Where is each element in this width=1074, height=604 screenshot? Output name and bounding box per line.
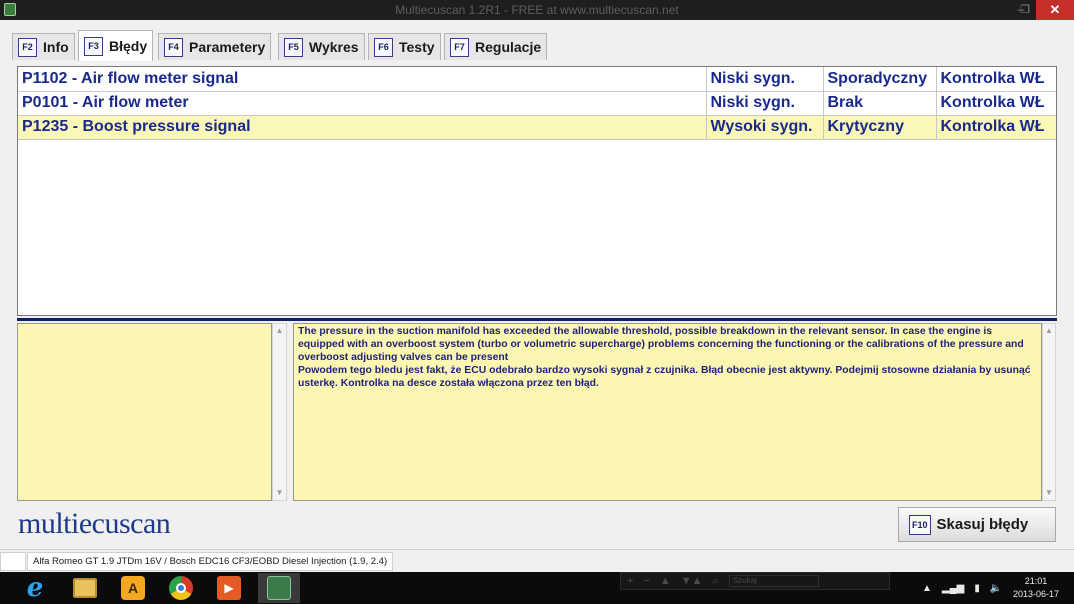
volume-icon[interactable]: 🔈 [990,583,1002,594]
taskbar-media[interactable]: ▶ [208,573,250,603]
clear-errors-label: Skasuj błędy [936,516,1029,533]
tab-label: Regulacje [475,39,542,55]
tab-wykres[interactable]: F5 Wykres [278,33,365,60]
error-state: Brak [823,91,937,116]
tray-expand-icon[interactable]: ▲ [922,583,932,594]
taskbar-explorer[interactable] [64,573,106,603]
tab-label: Wykres [309,39,359,55]
clock-time: 21:01 [1024,576,1048,586]
error-description: The pressure in the suction manifold has… [293,323,1042,501]
folder-icon [73,578,97,598]
tab-regulacje[interactable]: F7 Regulacje [444,33,548,60]
signal-icon[interactable]: ▂▄▆ [942,583,964,594]
status-indicator [0,552,26,571]
description-polish: Powodem tego bledu jest fakt, że ECU ode… [298,365,1031,389]
clock-date: 2013-06-17 [1012,589,1060,599]
restore-button[interactable]: ❐ [1016,0,1034,20]
taskbar-multiecuscan[interactable] [258,573,300,603]
clear-errors-button[interactable]: F10 Skasuj błędy [898,507,1056,542]
error-code: P0101 - Air flow meter [18,91,707,116]
error-signal-level: Niski sygn. [706,67,824,92]
minus-icon[interactable]: − [643,575,649,587]
error-row-selected[interactable]: P1235 - Boost pressure signal Wysoki syg… [18,115,1056,140]
error-row[interactable]: P0101 - Air flow meter Niski sygn. Brak … [18,91,1056,116]
scroll-down-icon[interactable]: ▼ [273,486,286,500]
left-scrollbar[interactable]: ▲ ▼ [272,323,287,501]
taskbar-toolbar: + − ▲ ▼▲ ⌕ Szukaj [620,572,890,590]
tab-label: Info [43,39,69,55]
sort-icon[interactable]: ▼▲ [681,575,703,587]
error-signal-level: Wysoki sygn. [706,115,824,140]
chrome-icon [169,576,193,600]
avast-icon: A [121,576,145,600]
vehicle-info: Alfa Romeo GT 1.9 JTDm 16V / Bosch EDC16… [27,552,394,571]
tab-info[interactable]: F2 Info [12,33,75,60]
error-state: Sporadyczny [823,67,937,92]
taskbar-clock[interactable]: 21:01 2013-06-17 [1003,575,1069,601]
f2-key-icon: F2 [18,37,37,57]
error-row[interactable]: P1102 - Air flow meter signal Niski sygn… [18,67,1056,92]
f3-key-icon: F3 [84,36,103,56]
tab-parametery[interactable]: F4 Parametery [158,33,272,60]
windows-taskbar: e A ▶ + − ▲ ▼▲ ⌕ Szukaj ▲ ▂▄▆ ▮ 🔈 21:01 … [0,572,1074,604]
f7-key-icon: F7 [450,37,469,57]
scroll-up-icon[interactable]: ▲ [1043,324,1055,338]
f5-key-icon: F5 [284,37,303,57]
system-tray: ▲ ▂▄▆ ▮ 🔈 [922,572,1002,604]
error-list: P1102 - Air flow meter signal Niski sygn… [17,66,1057,316]
panel-divider [17,318,1057,321]
error-detail-panel [17,323,272,501]
tab-label: Parametery [189,39,266,55]
error-code: P1102 - Air flow meter signal [18,67,707,92]
multiecuscan-app-icon [267,576,291,600]
tab-label: Testy [399,39,435,55]
error-code: P1235 - Boost pressure signal [18,115,707,140]
right-scrollbar[interactable]: ▲ ▼ [1042,323,1056,501]
toolbar-search-input[interactable]: Szukaj [728,575,819,587]
description-english: The pressure in the suction manifold has… [298,326,1024,363]
taskbar-avast[interactable]: A [112,573,154,603]
battery-icon[interactable]: ▮ [974,583,980,594]
taskbar-ie[interactable]: e [14,573,56,603]
scroll-up-icon[interactable]: ▲ [273,324,286,338]
f10-key-icon: F10 [909,514,931,535]
internet-explorer-icon: e [26,573,44,603]
scroll-down-icon[interactable]: ▼ [1043,486,1055,500]
search-icon[interactable]: ⌕ [713,575,719,588]
multiecuscan-logo: multiecuscan [18,507,171,540]
f4-key-icon: F4 [164,37,183,57]
up-arrow-icon[interactable]: ▲ [660,575,671,587]
media-player-icon: ▶ [217,576,241,600]
error-lamp-status: Kontrolka WŁ [936,91,1056,116]
plus-icon[interactable]: + [627,575,633,587]
error-signal-level: Niski sygn. [706,91,824,116]
error-lamp-status: Kontrolka WŁ [936,67,1056,92]
taskbar-chrome[interactable] [160,573,202,603]
window-title: Multiecuscan 1.2R1 - FREE at www.multiec… [395,3,679,17]
f6-key-icon: F6 [374,37,393,57]
status-bar: Alfa Romeo GT 1.9 JTDm 16V / Bosch EDC16… [0,549,1074,572]
tab-testy[interactable]: F6 Testy [368,33,441,60]
close-button[interactable]: ✕ [1036,0,1074,20]
error-lamp-status: Kontrolka WŁ [936,115,1056,140]
error-state: Krytyczny [823,115,937,140]
tab-label: Błędy [109,38,148,54]
title-bar: Multiecuscan 1.2R1 - FREE at www.multiec… [0,0,1074,20]
tab-bledy[interactable]: F3 Błędy [78,30,154,61]
